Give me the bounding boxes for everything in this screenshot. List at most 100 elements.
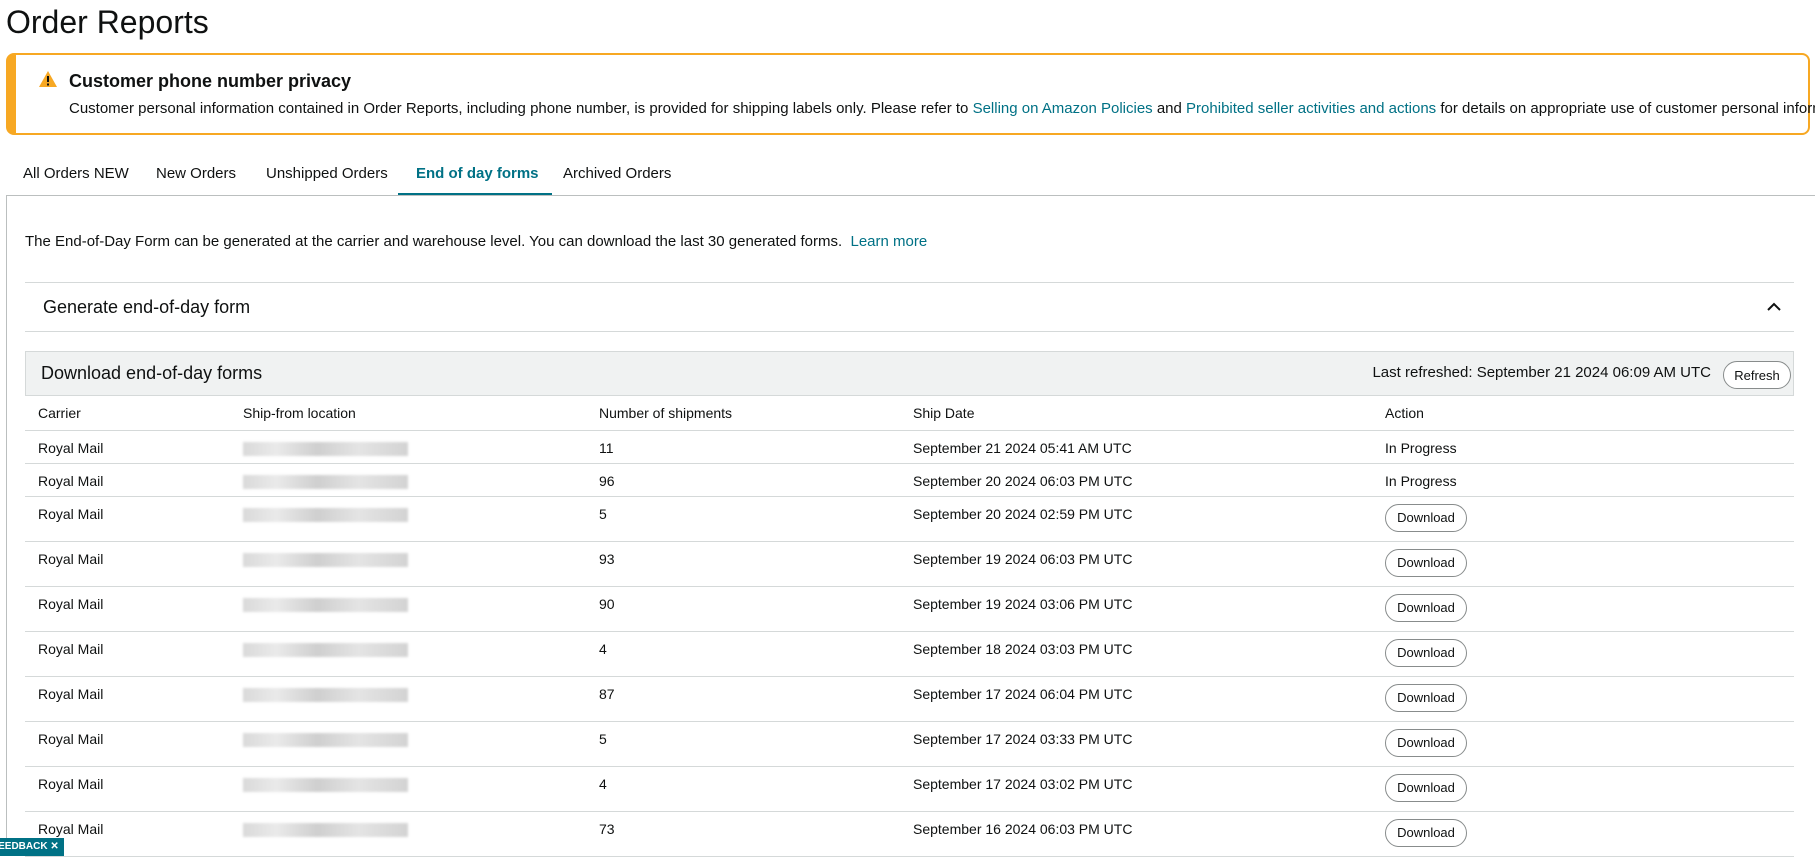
redacted-location [243, 733, 408, 747]
cell-carrier: Royal Mail [25, 430, 230, 464]
cell-carrier: Royal Mail [25, 496, 230, 542]
cell-ship-from-redacted [230, 463, 586, 497]
redacted-location [243, 643, 408, 657]
header-ship-from: Ship-from location [230, 396, 586, 431]
redacted-location [243, 475, 408, 489]
cell-shipments: 90 [586, 586, 900, 632]
page-title: Order Reports [6, 4, 209, 40]
cell-carrier: Royal Mail [25, 676, 230, 722]
prohibited-activities-link[interactable]: Prohibited seller activities and actions [1186, 100, 1436, 117]
cell-ship-date: September 17 2024 06:04 PM UTC [900, 676, 1372, 722]
download-button[interactable]: Download [1385, 504, 1467, 532]
alert-text-after: for details on appropriate use of custom… [1440, 100, 1815, 117]
feedback-tab[interactable]: FEEDBACK ✕ [0, 838, 64, 856]
cell-ship-from-redacted [230, 586, 586, 632]
table-row: Royal Mail 5 September 17 2024 03:33 PM … [25, 721, 1794, 767]
warning-icon [39, 71, 57, 87]
end-of-day-panel: The End-of-Day Form can be generated at … [6, 195, 1815, 857]
download-button[interactable]: Download [1385, 774, 1467, 802]
redacted-location [243, 688, 408, 702]
selling-policies-link[interactable]: Selling on Amazon Policies [973, 100, 1153, 117]
download-button[interactable]: Download [1385, 729, 1467, 757]
tab-all-orders[interactable]: All Orders NEW [23, 160, 129, 196]
tab-end-of-day-forms[interactable]: End of day forms [416, 160, 539, 196]
cell-ship-from-redacted [230, 766, 586, 812]
cell-shipments: 4 [586, 766, 900, 812]
generate-form-title: Generate end-of-day form [43, 297, 251, 317]
cell-carrier: Royal Mail [25, 766, 230, 812]
cell-shipments: 11 [586, 430, 900, 464]
last-refreshed-text: Last refreshed: September 21 2024 06:09 … [1372, 364, 1711, 381]
cell-ship-from-redacted [230, 496, 586, 542]
cell-shipments: 5 [586, 721, 900, 767]
alert-text-before: Customer personal information contained … [69, 100, 973, 117]
cell-action: Download [1372, 586, 1794, 632]
cell-shipments: 87 [586, 676, 900, 722]
cell-ship-date: September 18 2024 03:03 PM UTC [900, 631, 1372, 677]
download-button[interactable]: Download [1385, 684, 1467, 712]
cell-carrier: Royal Mail [25, 631, 230, 677]
download-button[interactable]: Download [1385, 819, 1467, 847]
cell-ship-from-redacted [230, 676, 586, 722]
chevron-up-icon[interactable] [1766, 299, 1782, 315]
cell-carrier: Royal Mail [25, 586, 230, 632]
cell-shipments: 73 [586, 811, 900, 857]
download-forms-title: Download end-of-day forms [41, 363, 263, 383]
cell-action: Download [1372, 721, 1794, 767]
table-row: Royal Mail 90 September 19 2024 03:06 PM… [25, 586, 1794, 632]
cell-shipments: 96 [586, 463, 900, 497]
cell-ship-from-redacted [230, 721, 586, 767]
intro-text: The End-of-Day Form can be generated at … [25, 233, 927, 250]
header-shipments: Number of shipments [586, 396, 900, 431]
cell-shipments: 5 [586, 496, 900, 542]
cell-action: Download [1372, 496, 1794, 542]
header-ship-date: Ship Date [900, 396, 1372, 431]
table-row: Royal Mail 4 September 18 2024 03:03 PM … [25, 631, 1794, 677]
tab-archived-orders[interactable]: Archived Orders [563, 160, 671, 196]
cell-ship-from-redacted [230, 811, 586, 857]
cell-carrier: Royal Mail [25, 463, 230, 497]
download-button[interactable]: Download [1385, 594, 1467, 622]
alert-text-mid: and [1152, 100, 1187, 117]
cell-ship-from-redacted [230, 430, 586, 464]
cell-action-status: In Progress [1372, 430, 1794, 464]
table-row: Royal Mail 11 September 21 2024 05:41 AM… [25, 430, 1794, 464]
table-row: Royal Mail 93 September 19 2024 06:03 PM… [25, 541, 1794, 587]
tab-unshipped-orders[interactable]: Unshipped Orders [266, 160, 388, 196]
cell-shipments: 93 [586, 541, 900, 587]
table-row: Royal Mail 73 September 16 2024 06:03 PM… [25, 811, 1794, 857]
cell-ship-date: September 20 2024 02:59 PM UTC [900, 496, 1372, 542]
redacted-location [243, 778, 408, 792]
privacy-alert: Customer phone number privacy Customer p… [6, 53, 1815, 135]
alert-text: Customer personal information contained … [69, 100, 1815, 117]
cell-shipments: 4 [586, 631, 900, 677]
intro-description: The End-of-Day Form can be generated at … [25, 233, 843, 250]
cell-ship-date: September 19 2024 06:03 PM UTC [900, 541, 1372, 587]
redacted-location [243, 823, 408, 837]
redacted-location [243, 553, 408, 567]
download-button[interactable]: Download [1385, 549, 1467, 577]
header-carrier: Carrier [25, 396, 230, 431]
cell-action: Download [1372, 541, 1794, 587]
table-row: Royal Mail 4 September 17 2024 03:02 PM … [25, 766, 1794, 812]
cell-carrier: Royal Mail [25, 541, 230, 587]
cell-action: Download [1372, 811, 1794, 857]
download-button[interactable]: Download [1385, 639, 1467, 667]
redacted-location [243, 442, 408, 456]
learn-more-link[interactable]: Learn more [851, 233, 928, 250]
forms-table: Carrier Ship-from location Number of shi… [25, 396, 1794, 857]
header-action: Action [1372, 396, 1794, 431]
cell-carrier: Royal Mail [25, 721, 230, 767]
download-forms-header: Download end-of-day forms Last refreshed… [25, 351, 1794, 396]
cell-ship-date: September 21 2024 05:41 AM UTC [900, 430, 1372, 464]
cell-ship-date: September 17 2024 03:02 PM UTC [900, 766, 1372, 812]
tab-new-orders[interactable]: New Orders [156, 160, 236, 196]
cell-action-status: In Progress [1372, 463, 1794, 497]
generate-form-section[interactable]: Generate end-of-day form [25, 282, 1794, 332]
table-row: Royal Mail 5 September 20 2024 02:59 PM … [25, 496, 1794, 542]
cell-action: Download [1372, 766, 1794, 812]
alert-title: Customer phone number privacy [69, 71, 352, 91]
redacted-location [243, 508, 408, 522]
cell-ship-date: September 17 2024 03:33 PM UTC [900, 721, 1372, 767]
refresh-button[interactable]: Refresh [1723, 361, 1791, 389]
